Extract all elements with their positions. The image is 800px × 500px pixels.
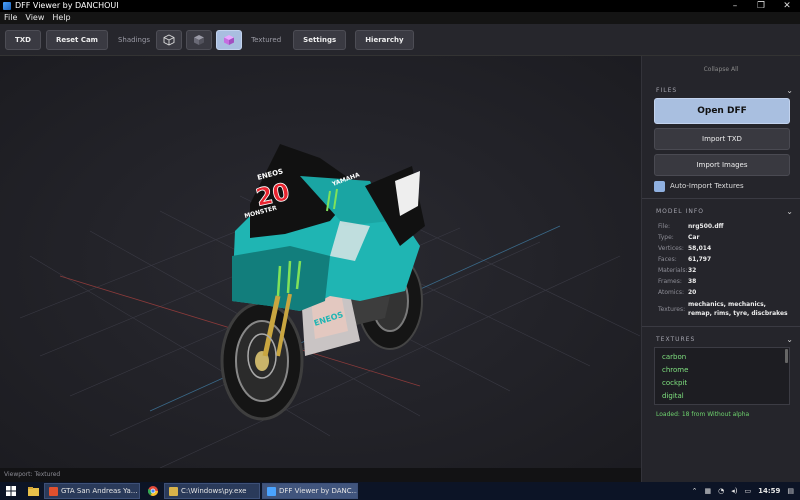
- textures-list[interactable]: carbon chrome cockpit digital discbrakes: [654, 347, 790, 405]
- hierarchy-button[interactable]: Hierarchy: [355, 29, 414, 50]
- chevron-down-icon: ⌄: [786, 334, 794, 344]
- model-info-section-title: MODEL INFO: [656, 207, 704, 215]
- info-row-frames: Frames: 38: [658, 278, 697, 285]
- divider: [642, 198, 800, 199]
- window-title: DFF Viewer by DANCHOUI: [15, 1, 119, 10]
- status-bar: Viewport: Textured: [0, 468, 641, 482]
- file-explorer-icon[interactable]: [22, 482, 44, 500]
- files-section-header[interactable]: FILES ⌄: [642, 82, 800, 98]
- chrome-icon[interactable]: [142, 482, 164, 500]
- viewport-scene: 20 ENEOS YAMAHA MONSTER ENEOS: [0, 56, 641, 468]
- model-info-table: File: nrg500.dff Type: Car Vertices: 58,014…: [642, 221, 800, 318]
- textures-loaded-status: Loaded: 18 from Without alpha: [656, 411, 750, 418]
- menu-view[interactable]: View: [25, 12, 44, 24]
- maximize-button[interactable]: ❐: [748, 0, 774, 12]
- info-row-file: File: nrg500.dff: [658, 223, 724, 230]
- info-row-type: Type: Car: [658, 234, 700, 241]
- info-row-textures: Textures: mechanics, mechanics, remap, ri…: [658, 301, 788, 317]
- list-item[interactable]: carbon: [662, 351, 789, 364]
- textures-scrollbar[interactable]: [785, 349, 788, 363]
- solid-cube-icon: [194, 34, 205, 45]
- taskbar-item-console[interactable]: C:\Windows\py.exe: [164, 483, 260, 499]
- wifi-icon[interactable]: ◔: [718, 487, 724, 495]
- open-dff-button[interactable]: Open DFF: [654, 98, 790, 124]
- info-row-vertices: Vertices: 58,014: [658, 245, 712, 252]
- clock[interactable]: 14:59: [758, 487, 780, 495]
- taskbar: GTA San Andreas Ya... C:\Windows\py.exe …: [0, 482, 800, 500]
- info-row-materials: Materials: 32: [658, 267, 697, 274]
- auto-import-textures-checkbox[interactable]: Auto-Import Textures: [642, 179, 800, 193]
- shading-solid-button[interactable]: [186, 29, 213, 50]
- textures-section-header[interactable]: TEXTURES ⌄: [642, 331, 800, 347]
- import-txd-button[interactable]: Import TXD: [654, 128, 790, 150]
- info-row-faces: Faces: 61,797: [658, 256, 712, 263]
- list-item[interactable]: discbrakes: [662, 403, 789, 404]
- toolbar: TXD Reset Cam Shadings Textured Settings…: [0, 24, 800, 56]
- folder-icon: [169, 486, 178, 496]
- menu-help[interactable]: Help: [52, 12, 70, 24]
- textures-section-title: TEXTURES: [656, 335, 696, 343]
- info-row-atomics: Atomics: 20: [658, 289, 697, 296]
- taskbar-item-dff-viewer[interactable]: DFF Viewer by DANC...: [262, 483, 358, 499]
- model-info-section-header[interactable]: MODEL INFO ⌄: [642, 203, 800, 219]
- shading-wireframe-button[interactable]: [156, 29, 183, 50]
- chevron-down-icon: ⌄: [786, 85, 794, 95]
- title-bar: DFF Viewer by DANCHOUI – ❐ ✕: [0, 0, 800, 12]
- taskbar-item-gta[interactable]: GTA San Andreas Ya...: [44, 483, 140, 499]
- start-button[interactable]: [0, 482, 22, 500]
- textured-cube-icon: [224, 34, 235, 45]
- system-tray: ⌃ ▦ ◔ ◂) ▭ 14:59 ▤: [685, 482, 800, 500]
- settings-button[interactable]: Settings: [293, 29, 347, 50]
- import-images-button[interactable]: Import Images: [654, 154, 790, 176]
- menu-file[interactable]: File: [4, 12, 17, 24]
- wireframe-cube-icon: [163, 33, 175, 46]
- network-icon[interactable]: ▦: [704, 487, 711, 495]
- auto-import-label: Auto-Import Textures: [670, 182, 744, 190]
- divider: [642, 326, 800, 327]
- textured-label: Textured: [251, 35, 282, 44]
- keyboard-icon[interactable]: ▭: [744, 487, 751, 495]
- list-item[interactable]: cockpit: [662, 377, 789, 390]
- txd-button[interactable]: TXD: [5, 29, 41, 50]
- list-item[interactable]: chrome: [662, 364, 789, 377]
- shield-icon: [49, 486, 58, 496]
- side-panel: Collapse All FILES ⌄ Open DFF Import TXD…: [641, 56, 800, 482]
- volume-icon[interactable]: ◂): [731, 487, 737, 495]
- checkbox-icon: [654, 180, 665, 192]
- menu-bar: File View Help: [0, 12, 800, 24]
- chevron-down-icon: ⌄: [786, 206, 794, 216]
- reset-cam-button[interactable]: Reset Cam: [45, 29, 108, 50]
- notifications-icon[interactable]: ▤: [787, 487, 794, 495]
- windows-logo-icon: [6, 486, 16, 496]
- chevron-up-icon[interactable]: ⌃: [692, 487, 698, 495]
- app-icon: [267, 486, 276, 496]
- shadings-label: Shadings: [117, 35, 151, 44]
- app-icon: [3, 2, 11, 10]
- files-section-title: FILES: [656, 86, 678, 94]
- close-button[interactable]: ✕: [774, 0, 800, 12]
- collapse-all-link[interactable]: Collapse All: [642, 66, 800, 76]
- minimize-button[interactable]: –: [722, 0, 748, 12]
- list-item[interactable]: digital: [662, 390, 789, 403]
- shading-textured-button[interactable]: [216, 29, 243, 50]
- 3d-viewport[interactable]: 20 ENEOS YAMAHA MONSTER ENEOS: [0, 56, 641, 468]
